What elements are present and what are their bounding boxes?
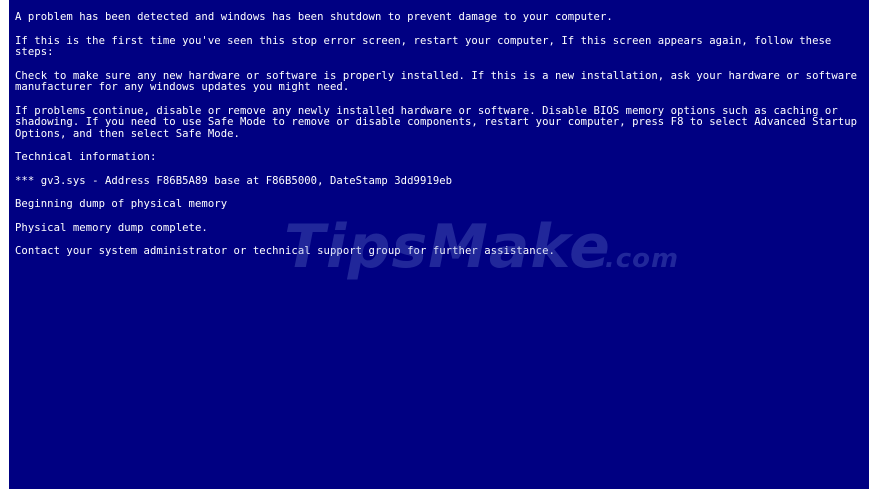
error-headline: A problem has been detected and windows … — [15, 11, 613, 23]
dump-start-text: Beginning dump of physical memory — [15, 198, 228, 210]
safe-mode-instructions: If problems continue, disable or remove … — [15, 104, 864, 140]
dump-complete-text: Physical memory dump complete. — [15, 221, 208, 234]
hardware-check-instructions: Check to make sure any new hardware or s… — [15, 69, 864, 93]
contact-admin-text: Contact your system administrator or tec… — [15, 245, 555, 257]
error-message: A problem has been detected and windows … — [15, 11, 865, 270]
driver-address-info: *** gv3.sys - Address F86B5A89 base at F… — [15, 174, 453, 187]
first-time-instructions: If this is the first time you've seen th… — [15, 34, 838, 58]
bsod-screen: A problem has been detected and windows … — [9, 0, 869, 489]
technical-info-heading: Technical information: — [15, 151, 157, 163]
